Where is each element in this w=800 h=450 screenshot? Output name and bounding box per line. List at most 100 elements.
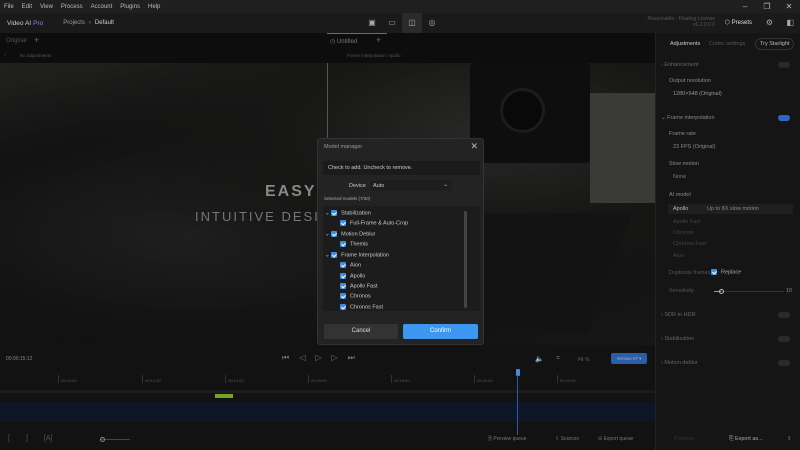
clip-marker[interactable]: [215, 394, 233, 398]
sensitivity-slider[interactable]: [714, 291, 784, 292]
checkbox[interactable]: [340, 273, 346, 279]
export-queue-button[interactable]: ⛁ Export queue: [598, 436, 633, 442]
skip-start-icon[interactable]: ⏮: [282, 353, 289, 363]
zoom-select[interactable]: Fit %: [578, 357, 589, 363]
model-chronos-fast[interactable]: Chronos Fast: [340, 304, 383, 310]
add-source-icon[interactable]: +: [34, 35, 39, 45]
cancel-button[interactable]: Cancel: [324, 324, 398, 339]
motion-deblur-header[interactable]: › Motion deblur: [661, 360, 698, 366]
group-stabilization[interactable]: ⌄ Stabilization: [325, 210, 371, 216]
skip-end-icon[interactable]: ⏭: [348, 353, 355, 363]
try-starlight-button[interactable]: Try Starlight: [755, 38, 794, 50]
panel-toggle-icon[interactable]: ◧: [786, 18, 794, 27]
model-chronos-fast[interactable]: Chronos Fast: [673, 241, 706, 247]
menu-process[interactable]: Process: [61, 4, 83, 10]
device-select[interactable]: Auto ⌄: [370, 180, 452, 191]
fit-icon[interactable]: [A]: [44, 435, 53, 442]
checkbox[interactable]: [340, 283, 346, 289]
menu-view[interactable]: View: [40, 4, 53, 10]
tab-adjustments[interactable]: Adjustments: [670, 41, 700, 47]
output-status: Frame interpolation: Apollo: [347, 53, 401, 58]
model-full-frame[interactable]: Full-Frame & Auto-Crop: [340, 220, 408, 226]
sources-button[interactable]: ⇧ Sources: [555, 436, 579, 442]
close-window-icon[interactable]: ✕: [778, 0, 800, 13]
checkbox[interactable]: [340, 241, 346, 247]
frame-rate-label: Frame rate: [669, 131, 696, 137]
menu-account[interactable]: Account: [91, 4, 113, 10]
settings-icon[interactable]: ⚙: [766, 18, 773, 27]
model-themis[interactable]: Themis: [340, 241, 368, 247]
menu-plugins[interactable]: Plugins: [120, 4, 140, 10]
play-icon[interactable]: ▷: [315, 353, 321, 363]
timeline-zoom-slider[interactable]: [100, 439, 130, 440]
stabilization-header[interactable]: › Stabilization: [661, 336, 694, 342]
checkbox[interactable]: [340, 220, 346, 226]
model-apollo[interactable]: Apollo: [673, 206, 688, 212]
breadcrumb-projects[interactable]: Projects: [63, 20, 85, 26]
frame-interpolation-header[interactable]: ⌄ Frame interpolation: [661, 115, 715, 121]
restore-icon[interactable]: ❐: [756, 0, 778, 13]
add-output-icon[interactable]: +: [376, 35, 381, 45]
close-dialog-icon[interactable]: ✕: [470, 141, 478, 152]
sdr-toggle[interactable]: [778, 312, 790, 318]
presets-button[interactable]: ⬡ Presets: [725, 19, 752, 26]
menu-edit[interactable]: Edit: [22, 4, 32, 10]
share-icon[interactable]: ⇪: [787, 436, 792, 442]
export-as-button[interactable]: ⎘ Export as...: [729, 436, 763, 443]
model-chronos[interactable]: Chronos: [340, 293, 371, 299]
replace-checkbox[interactable]: Replace: [711, 269, 741, 275]
prev-frame-icon[interactable]: ◁: [299, 353, 305, 363]
model-chronos[interactable]: Chronos: [673, 230, 694, 236]
slider-thumb[interactable]: [719, 289, 724, 294]
model-apollo-fast[interactable]: Apollo Fast: [340, 283, 378, 289]
checkbox[interactable]: [340, 262, 346, 268]
view-single-icon[interactable]: ▣: [362, 13, 382, 33]
tab-untitled[interactable]: ◷ Untitled: [330, 38, 357, 45]
mark-out-icon[interactable]: ]: [26, 435, 28, 442]
output-resolution-select[interactable]: 1280×548 (Original): [673, 91, 722, 97]
timeline-track[interactable]: [0, 402, 655, 422]
group-frame-interpolation[interactable]: ⌄ Frame Interpolation: [325, 252, 389, 258]
tab-original[interactable]: Original: [6, 38, 27, 44]
confirm-button[interactable]: Confirm: [403, 324, 478, 339]
checkbox[interactable]: [340, 293, 346, 299]
volume-icon[interactable]: 🔈: [535, 355, 544, 363]
scrollbar[interactable]: [464, 211, 467, 308]
menu-help[interactable]: Help: [148, 4, 160, 10]
model-apollo[interactable]: Apollo: [340, 273, 365, 279]
enhancement-header[interactable]: › Enhancement: [661, 62, 698, 68]
view-side-icon[interactable]: ◎: [422, 13, 442, 33]
tab-codec-settings[interactable]: Codec settings: [709, 41, 745, 47]
motion-deblur-toggle[interactable]: [778, 360, 790, 366]
frame-interpolation-toggle[interactable]: [778, 115, 790, 121]
view-wide-icon[interactable]: ▭: [382, 13, 402, 33]
group-motion-deblur[interactable]: ⌄ Motion Deblur: [325, 231, 375, 237]
slow-motion-select[interactable]: None: [673, 174, 686, 180]
checkbox[interactable]: [340, 304, 346, 310]
frame-rate-select[interactable]: 23 FPS (Original): [673, 144, 716, 150]
minimize-icon[interactable]: –: [734, 0, 756, 13]
model-aion[interactable]: Aion: [340, 262, 361, 268]
device-label: Device: [349, 183, 366, 189]
version-dropdown[interactable]: Version 07 ▾: [611, 353, 647, 364]
sdr-to-hdr-header[interactable]: › SDR to HDR: [661, 312, 696, 318]
checkbox[interactable]: [331, 252, 337, 258]
preview-queue-button[interactable]: 🗎 Preview queue: [488, 436, 527, 444]
menu-file[interactable]: File: [4, 4, 14, 10]
view-split-icon[interactable]: ◫: [402, 13, 422, 33]
checkbox[interactable]: [331, 231, 337, 237]
next-frame-icon[interactable]: ▷: [332, 353, 338, 363]
source-status: No adjustments: [20, 53, 51, 58]
breadcrumb-default: Default: [95, 20, 114, 26]
crop-icon[interactable]: ⌗: [556, 355, 560, 363]
model-apollo-fast[interactable]: Apollo Fast: [673, 219, 701, 225]
model-aion[interactable]: Aion: [673, 253, 684, 259]
app-edition: Pro: [33, 20, 43, 27]
checkbox[interactable]: [711, 269, 717, 275]
preview-button[interactable]: Preview: [674, 436, 694, 442]
checkbox[interactable]: [331, 210, 337, 216]
stabilization-toggle[interactable]: [778, 336, 790, 342]
enhancement-toggle[interactable]: [778, 62, 790, 68]
playback-controls: ⏮ ◁ ▷ ▷ ⏭: [282, 353, 355, 363]
mark-in-icon[interactable]: [: [8, 435, 10, 442]
